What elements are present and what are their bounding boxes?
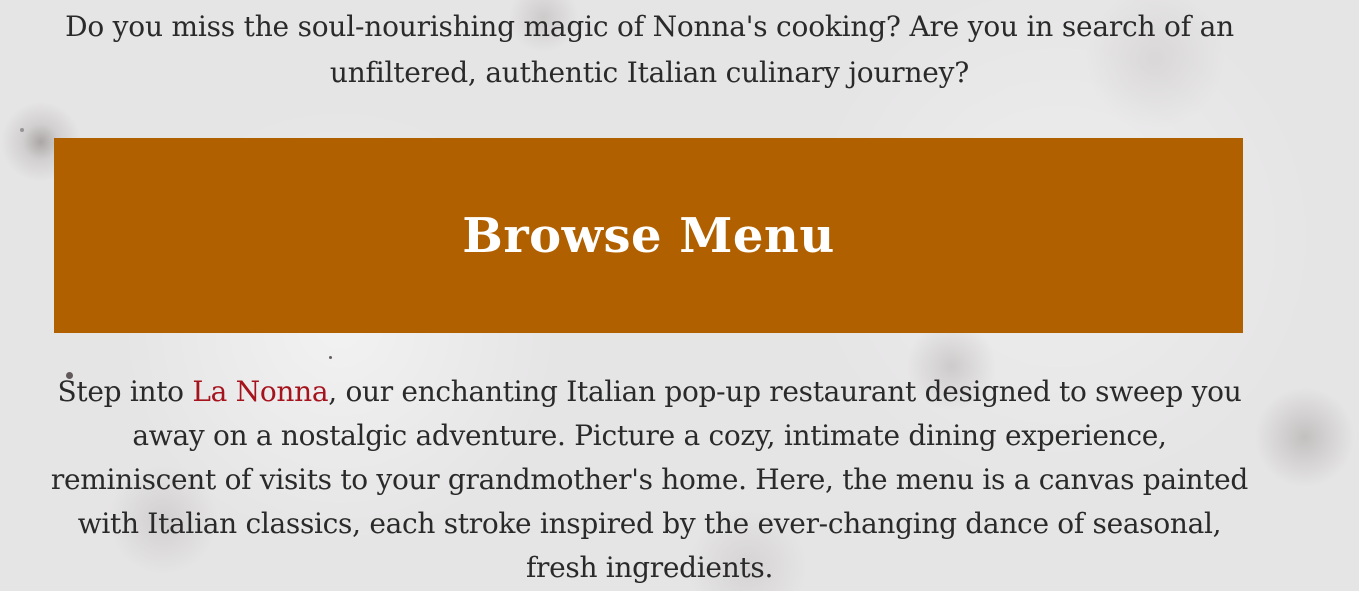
la-nonna-link[interactable]: La Nonna xyxy=(192,375,328,408)
about-paragraph: Step into La Nonna, our enchanting Itali… xyxy=(50,370,1249,590)
browse-menu-button[interactable]: Browse Menu xyxy=(54,138,1243,333)
texture-speck xyxy=(20,128,24,132)
about-text-prefix: Step into xyxy=(57,375,193,408)
browse-menu-label: Browse Menu xyxy=(462,207,835,264)
intro-paragraph: Do you miss the soul-nourishing magic of… xyxy=(65,10,1234,89)
texture-speck xyxy=(329,356,332,359)
